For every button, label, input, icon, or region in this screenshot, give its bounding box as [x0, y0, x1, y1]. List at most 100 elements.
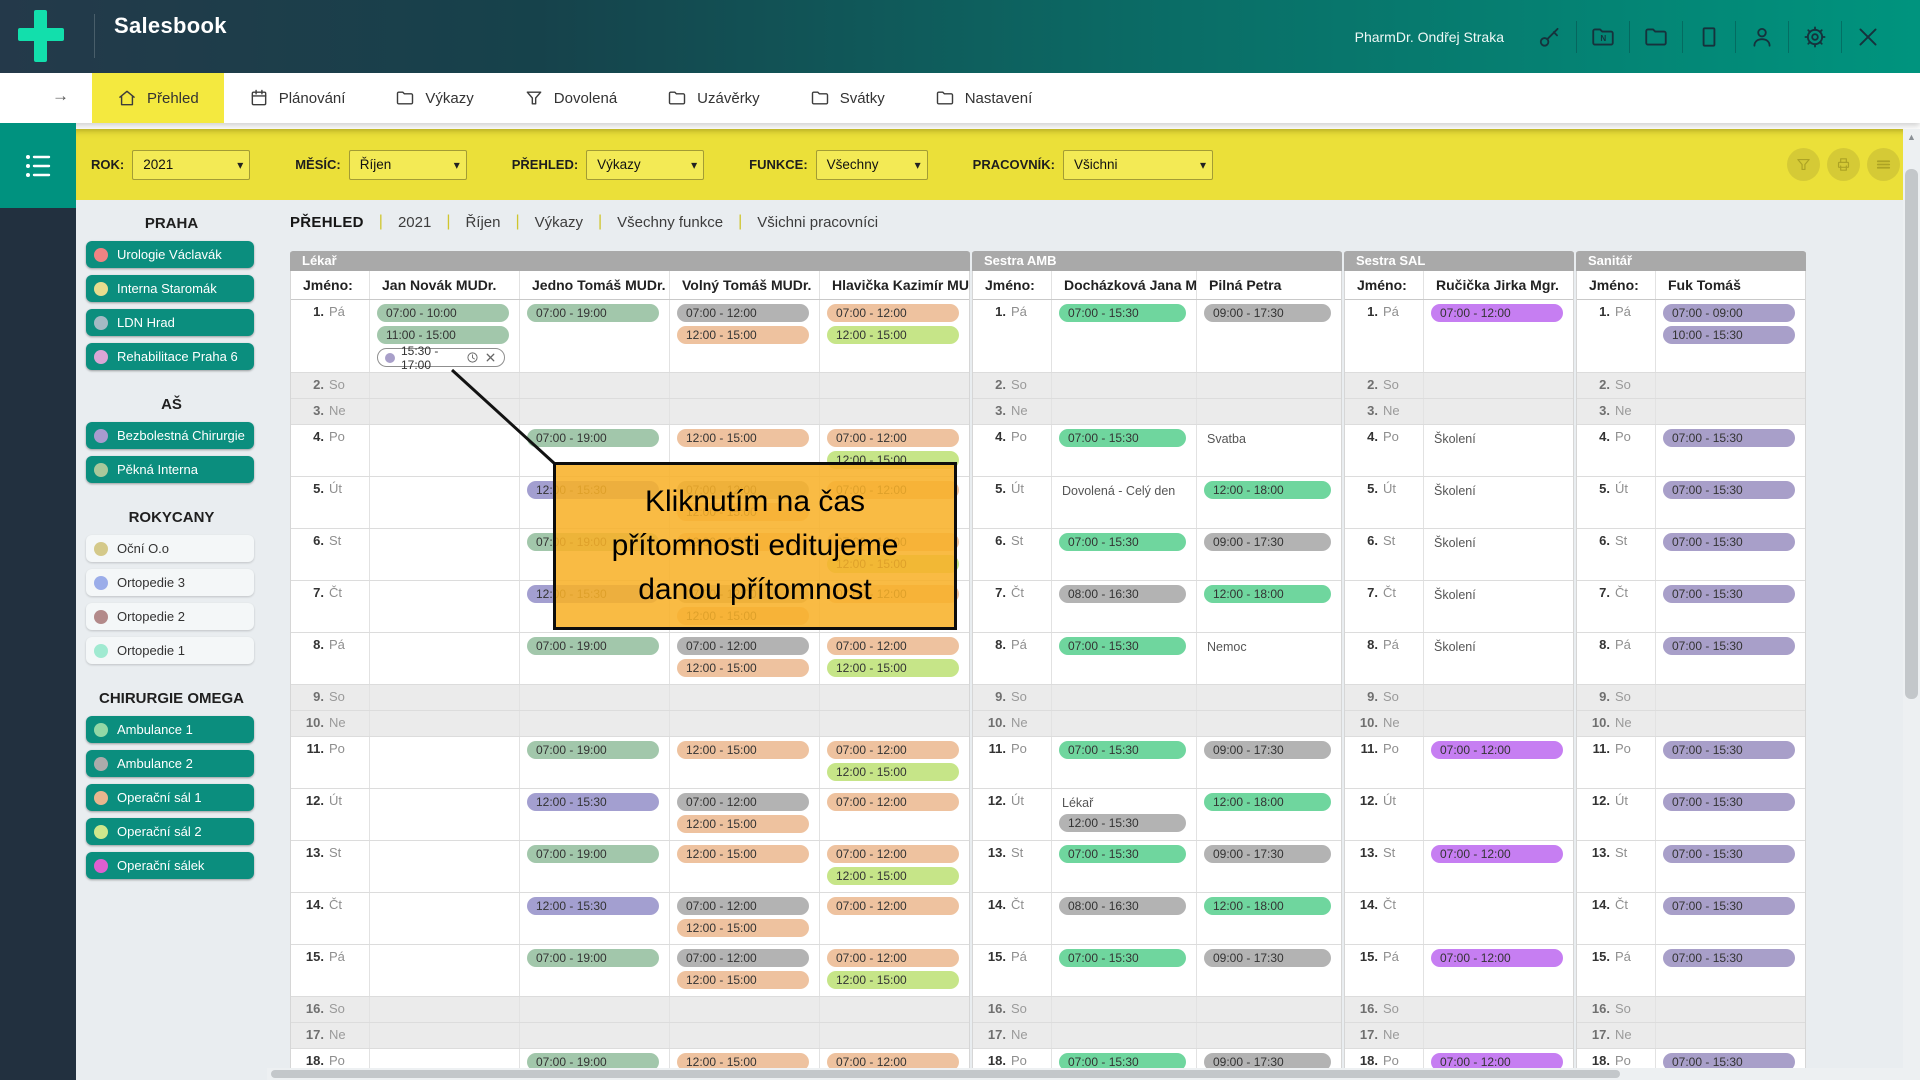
sidebar-item-operacni-salek[interactable]: Operační sálek — [86, 852, 254, 879]
clock-icon[interactable] — [466, 351, 479, 364]
shift-chip[interactable]: 07:00 - 12:00 — [827, 637, 959, 655]
schedule-cell[interactable]: 07:00 - 15:30 — [1655, 841, 1805, 892]
schedule-cell[interactable]: 07:00 - 12:00 — [1423, 300, 1573, 372]
schedule-cell[interactable]: 12:00 - 15:00 — [669, 737, 819, 788]
shift-chip[interactable]: 12:00 - 15:00 — [677, 741, 809, 759]
shift-chip[interactable]: 07:00 - 15:30 — [1663, 429, 1795, 447]
schedule-cell[interactable] — [369, 581, 519, 632]
tab-planovani[interactable]: Plánování — [224, 73, 371, 123]
shift-chip[interactable]: 12:00 - 15:00 — [677, 845, 809, 863]
shift-chip[interactable]: 07:00 - 15:30 — [1059, 949, 1186, 967]
schedule-cell[interactable]: 07:00 - 15:30 — [1655, 789, 1805, 840]
sidebar-item-operacni-sal-1[interactable]: Operační sál 1 — [86, 784, 254, 811]
shift-chip[interactable]: 10:00 - 15:30 — [1663, 326, 1795, 344]
schedule-cell[interactable]: 07:00 - 15:30 — [1051, 737, 1196, 788]
schedule-cell[interactable]: 07:00 - 12:00 — [819, 893, 969, 944]
schedule-cell[interactable] — [1655, 685, 1805, 710]
shift-chip[interactable]: 09:00 - 17:30 — [1204, 304, 1331, 322]
schedule-cell[interactable] — [1655, 997, 1805, 1022]
schedule-cell[interactable]: 07:00 - 12:0012:00 - 15:00 — [819, 737, 969, 788]
sidebar-item-ortopedie-3[interactable]: Ortopedie 3 — [86, 569, 254, 596]
shift-chip[interactable]: 07:00 - 19:00 — [527, 845, 659, 863]
funnel-button[interactable] — [1787, 148, 1820, 181]
schedule-cell[interactable] — [1196, 1023, 1341, 1048]
schedule-cell[interactable]: 09:00 - 17:30 — [1196, 529, 1341, 580]
schedule-cell[interactable]: 07:00 - 15:30 — [1655, 425, 1805, 476]
schedule-cell[interactable]: 07:00 - 12:0012:00 - 15:00 — [819, 633, 969, 684]
shift-chip[interactable]: 12:00 - 15:00 — [827, 326, 959, 344]
schedule-cell[interactable]: Školení — [1423, 633, 1573, 684]
shift-chip[interactable]: 07:00 - 12:00 — [677, 897, 809, 915]
schedule-cell[interactable] — [819, 685, 969, 710]
schedule-cell[interactable]: 07:00 - 15:30 — [1655, 737, 1805, 788]
schedule-cell[interactable]: 07:00 - 15:30 — [1051, 529, 1196, 580]
sidebar-item-bezbolestna-chirurgie[interactable]: Bezbolestná Chirurgie — [86, 422, 254, 449]
schedule-cell[interactable]: 07:00 - 12:0012:00 - 15:00 — [819, 841, 969, 892]
sidebar-item-urologie-vaclavak[interactable]: Urologie Václavák — [86, 241, 254, 268]
tab-uzaverky[interactable]: Uzávěrky — [642, 73, 785, 123]
shift-chip[interactable]: 07:00 - 15:30 — [1663, 533, 1795, 551]
tab-dovolena[interactable]: Dovolená — [499, 73, 642, 123]
shift-chip[interactable]: 12:00 - 15:00 — [677, 815, 809, 833]
schedule-cell[interactable] — [519, 711, 669, 736]
schedule-cell[interactable]: 12:00 - 15:00 — [669, 841, 819, 892]
schedule-cell[interactable] — [369, 789, 519, 840]
shift-chip[interactable]: 12:00 - 18:00 — [1204, 897, 1331, 915]
absence-note[interactable]: Školení — [1434, 484, 1573, 498]
shift-chip[interactable]: 07:00 - 15:30 — [1663, 949, 1795, 967]
schedule-cell[interactable]: 12:00 - 18:00 — [1196, 893, 1341, 944]
shift-chip[interactable]: 12:00 - 15:00 — [827, 971, 959, 989]
schedule-cell[interactable] — [369, 711, 519, 736]
schedule-cell[interactable]: 07:00 - 15:30 — [1051, 945, 1196, 996]
schedule-cell[interactable] — [669, 1023, 819, 1048]
shift-chip[interactable]: 12:00 - 15:30 — [527, 897, 659, 915]
schedule-cell[interactable] — [1196, 997, 1341, 1022]
horizontal-scrollbar-thumb[interactable] — [271, 1070, 1620, 1078]
panel-button[interactable] — [1696, 24, 1722, 50]
absence-note[interactable]: Nemoc — [1207, 640, 1341, 654]
shift-chip[interactable]: 07:00 - 15:30 — [1663, 793, 1795, 811]
rok-select[interactable]: 2021 — [132, 150, 250, 180]
schedule-cell[interactable]: 07:00 - 19:00 — [519, 737, 669, 788]
shift-chip[interactable]: 12:00 - 15:30 — [1059, 814, 1186, 832]
shift-chip[interactable]: 07:00 - 15:30 — [1663, 897, 1795, 915]
shift-chip[interactable]: 08:00 - 16:30 — [1059, 585, 1186, 603]
gear-button[interactable] — [1802, 24, 1828, 50]
schedule-cell[interactable] — [1423, 1023, 1573, 1048]
schedule-cell[interactable]: 07:00 - 15:30 — [1051, 633, 1196, 684]
schedule-cell[interactable] — [1051, 997, 1196, 1022]
schedule-cell[interactable]: 07:00 - 15:30 — [1051, 300, 1196, 372]
sidebar-item-ambulance-1[interactable]: Ambulance 1 — [86, 716, 254, 743]
schedule-cell[interactable]: 07:00 - 15:30 — [1655, 477, 1805, 528]
schedule-cell[interactable]: 07:00 - 12:0012:00 - 15:00 — [669, 633, 819, 684]
schedule-cell[interactable] — [1423, 711, 1573, 736]
schedule-cell[interactable] — [819, 711, 969, 736]
shift-chip[interactable]: 07:00 - 19:00 — [527, 429, 659, 447]
schedule-cell[interactable] — [369, 529, 519, 580]
schedule-cell[interactable] — [669, 685, 819, 710]
shift-chip[interactable]: 09:00 - 17:30 — [1204, 949, 1331, 967]
xsmall-icon[interactable] — [484, 351, 497, 364]
schedule-cell[interactable] — [1051, 399, 1196, 424]
shift-chip[interactable]: 07:00 - 15:30 — [1663, 481, 1795, 499]
schedule-cell[interactable] — [1196, 399, 1341, 424]
schedule-cell[interactable] — [369, 425, 519, 476]
schedule-cell[interactable]: 07:00 - 15:30 — [1655, 581, 1805, 632]
schedule-cell[interactable] — [519, 1023, 669, 1048]
schedule-cell[interactable] — [519, 399, 669, 424]
schedule-cell[interactable] — [369, 893, 519, 944]
menu-button[interactable] — [1867, 148, 1900, 181]
schedule-cell[interactable] — [369, 477, 519, 528]
shift-chip[interactable]: 07:00 - 10:00 — [377, 304, 509, 322]
absence-note[interactable]: Školení — [1434, 588, 1573, 602]
schedule-cell[interactable]: Školení — [1423, 477, 1573, 528]
shift-chip[interactable]: 12:00 - 15:00 — [677, 971, 809, 989]
sidebar-item-ocni-o-o[interactable]: Oční O.o — [86, 535, 254, 562]
sidebar-item-interna-staromak[interactable]: Interna Staromák — [86, 275, 254, 302]
sidebar-item-ldn-hrad[interactable]: LDN Hrad — [86, 309, 254, 336]
schedule-cell[interactable]: 09:00 - 17:30 — [1196, 945, 1341, 996]
scroll-up-icon[interactable]: ▲ — [1903, 132, 1920, 142]
schedule-cell[interactable] — [819, 997, 969, 1022]
schedule-cell[interactable]: 07:00 - 15:30 — [1051, 841, 1196, 892]
schedule-cell[interactable] — [1196, 373, 1341, 398]
